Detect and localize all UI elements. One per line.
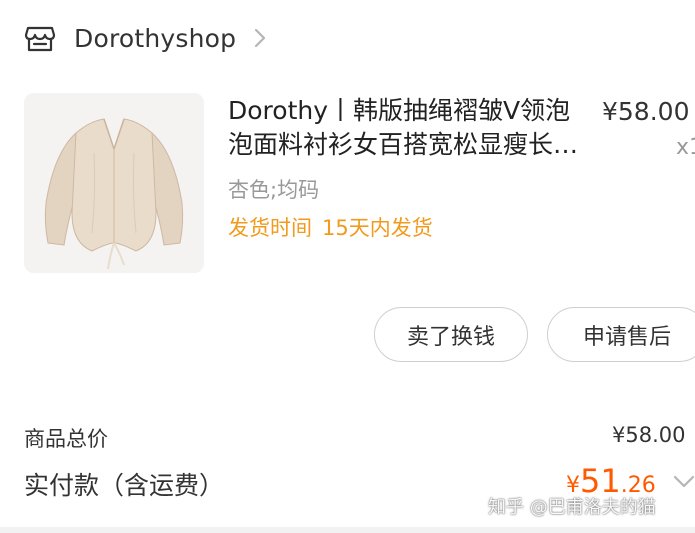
product-image[interactable] [24, 93, 204, 273]
shop-header[interactable]: Dorothyshop [24, 18, 268, 58]
blouse-image-icon [24, 93, 204, 273]
divider [0, 527, 695, 533]
chevron-down-icon[interactable] [672, 474, 695, 490]
total-price-label: 商品总价 [24, 427, 108, 451]
order-item-card: Dorothyshop Dorothy丨韩版抽绳褶皱V领泡泡面料衬衫女百搭宽松显… [0, 0, 695, 533]
paid-amount-label: 实付款（含运费） [24, 471, 225, 500]
watermark: 知乎 @巴甫洛夫的猫 [488, 497, 656, 518]
shop-name: Dorothyshop [74, 23, 237, 53]
apply-aftersale-button[interactable]: 申请售后 [547, 307, 695, 362]
product-price: ¥58.00 [602, 97, 690, 126]
sell-for-cash-button[interactable]: 卖了换钱 [374, 307, 528, 362]
shipping-time: 发货时间 15天内发货 [228, 212, 433, 242]
product-spec: 杏色;均码 [228, 178, 320, 202]
store-icon [24, 26, 56, 52]
total-price-value: ¥58.00 [612, 423, 686, 447]
product-quantity: x1 [676, 135, 695, 160]
product-title[interactable]: Dorothy丨韩版抽绳褶皱V领泡泡面料衬衫女百搭宽松显瘦长… [228, 94, 588, 162]
shipping-value: 15天内发货 [322, 216, 433, 240]
shipping-label: 发货时间 [228, 216, 312, 240]
chevron-right-icon [255, 28, 266, 48]
